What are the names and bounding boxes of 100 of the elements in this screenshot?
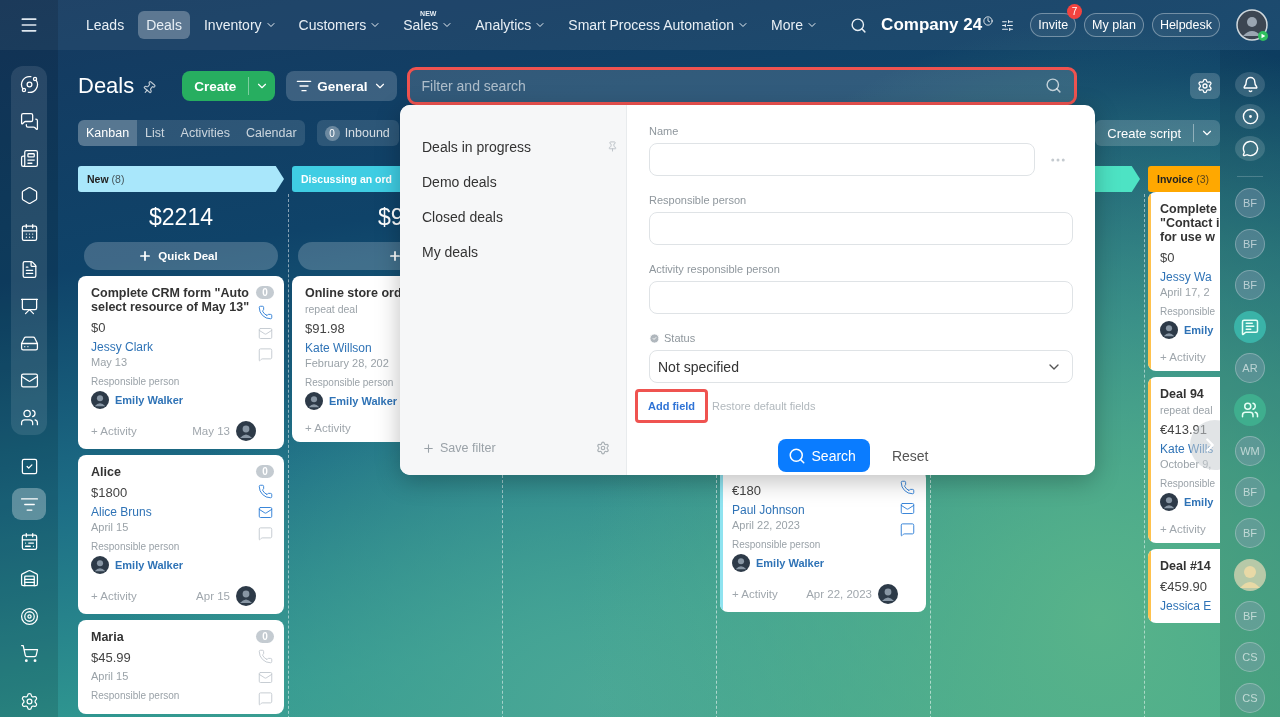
deal-title: Maria: [91, 630, 124, 644]
view-tab[interactable]: List: [137, 120, 173, 146]
view-tab[interactable]: Activities: [172, 120, 238, 146]
nav-tab[interactable]: Leads: [78, 11, 133, 39]
field-label: Responsible person: [91, 376, 180, 387]
search-icon[interactable]: [850, 16, 868, 34]
people-icon: [19, 407, 39, 427]
phone-icon[interactable]: [257, 305, 273, 320]
settings-button[interactable]: [1190, 73, 1220, 99]
avatar: [91, 556, 109, 574]
nav-tab[interactable]: Customers: [290, 11, 390, 39]
nav-tab[interactable]: Deals: [138, 11, 190, 39]
mail-icon[interactable]: [257, 505, 273, 520]
contact-link[interactable]: Kate Wills: [1160, 442, 1214, 456]
inbound-button[interactable]: 0 Inbound: [316, 120, 399, 146]
field-label: Status: [649, 332, 1073, 344]
sliders-icon[interactable]: [1001, 18, 1015, 32]
phone-icon[interactable]: [899, 480, 915, 495]
sidebar-button[interactable]: [12, 488, 46, 520]
pipeline-button[interactable]: General: [286, 71, 397, 101]
deadline-date: Apr 15: [196, 590, 230, 602]
comment-icon[interactable]: [899, 522, 915, 537]
contact-link[interactable]: Kate Willson: [305, 341, 372, 355]
create-script-button[interactable]: Create script: [1095, 120, 1220, 146]
hexagon-icon: [19, 185, 39, 205]
avatar: [305, 392, 323, 410]
count-badge: 7: [1067, 4, 1083, 19]
quick-deal-button[interactable]: Quick Deal: [84, 242, 278, 270]
deal-card[interactable]: Complete "Contact i for use w $0 Jessy Wa April 17, 2 Responsible Emily + Activity: [1148, 192, 1220, 371]
field-label: Activity responsible person: [649, 263, 781, 275]
user-avatar[interactable]: [1236, 9, 1268, 41]
input-field[interactable]: [649, 281, 1073, 314]
responsible-link[interactable]: Emily: [1184, 324, 1214, 336]
deal-date: April 22, 2023: [732, 519, 800, 531]
phone-icon[interactable]: [257, 484, 273, 499]
sidebar-button[interactable]: [1235, 136, 1265, 162]
nav-tab[interactable]: Analytics: [467, 11, 555, 39]
tasks-icon: [19, 457, 39, 477]
view-tab[interactable]: Calendar: [237, 120, 305, 146]
responsible-link[interactable]: Emily Walker: [329, 395, 398, 407]
header-button[interactable]: My plan: [1084, 13, 1144, 37]
filter-lines-icon: [296, 78, 313, 94]
add-field-link[interactable]: Add field: [635, 389, 709, 423]
deal-title: Deal 94: [1160, 387, 1204, 401]
avatar: [91, 391, 109, 409]
counter-badge: 0: [256, 630, 274, 643]
user-avatar[interactable]: BF: [1235, 188, 1265, 218]
group-chat-button[interactable]: [1234, 311, 1266, 343]
field-label: Responsible person: [91, 690, 180, 701]
deal-date: February 28, 202: [305, 357, 389, 369]
filter-search-field[interactable]: Filter and search: [409, 70, 1074, 102]
responsible-link[interactable]: Emily Walker: [756, 557, 825, 569]
contact-link[interactable]: Alice Bruns: [91, 505, 152, 519]
menu-icon[interactable]: [19, 15, 39, 35]
counter-badge: 0: [256, 286, 274, 299]
contact-link[interactable]: Jessy Clark: [91, 340, 153, 354]
deal-card[interactable]: Complete CRM form "Auto select resource of May 13" $0 Jessy Clark May 13 Responsible person Emily Walker + Activity May 13 0: [78, 276, 284, 449]
nav-tab[interactable]: Inventory: [195, 11, 285, 39]
header-button[interactable]: Helpdesk: [1151, 13, 1220, 37]
nav-tab[interactable]: Smart Process Automation: [560, 11, 758, 39]
filter-preset[interactable]: Closed deals: [422, 199, 618, 234]
stage-header[interactable]: Invoice (3): [1148, 166, 1220, 192]
nav-tab[interactable]: More: [763, 11, 826, 39]
input-field[interactable]: [649, 212, 1073, 245]
deal-title: Deal #14: [1160, 559, 1211, 573]
deal-card[interactable]: Deal 94 repeat deal €413.91 Kate Wills October 9, Responsible Emily + Activity: [1148, 377, 1220, 543]
field-label: Responsible person: [91, 541, 180, 552]
contact-link[interactable]: Paul Johnson: [732, 503, 805, 517]
chat-icon: [1241, 318, 1259, 336]
deal-date: April 15: [91, 670, 129, 682]
input-field[interactable]: [649, 143, 1035, 176]
view-tab[interactable]: Kanban: [78, 120, 138, 146]
filter-preset[interactable]: Deals in progress: [422, 129, 618, 164]
responsible-link[interactable]: Emily Walker: [115, 559, 184, 571]
stage-header[interactable]: New (8): [78, 166, 284, 192]
filter-preset[interactable]: My deals: [422, 234, 618, 269]
people-button[interactable]: [1234, 394, 1266, 426]
notifications-button[interactable]: [1235, 72, 1265, 98]
contact-link[interactable]: Jessica E: [1160, 599, 1212, 613]
field-label: Responsible: [1160, 306, 1216, 317]
warehouse-icon: [19, 569, 39, 589]
orbit-icon: [19, 74, 39, 94]
calendar-list-icon: [19, 532, 39, 552]
deal-amount: $0: [1160, 250, 1175, 265]
create-button[interactable]: Create: [182, 71, 276, 101]
deal-card[interactable]: Deal #14 €459.90 Jessica E: [1148, 549, 1220, 623]
responsible-link[interactable]: Emily: [1184, 496, 1214, 508]
deal-card[interactable]: Alice $1800 Alice Bruns April 15 Responsible person Emily Walker + Activity Apr 15 0: [78, 455, 284, 614]
responsible-link[interactable]: Emily Walker: [115, 394, 184, 406]
contact-link[interactable]: Jessy Wa: [1160, 270, 1212, 284]
reset-button[interactable]: Reset: [875, 447, 945, 464]
deal-title: Complete CRM form "Auto select resource of May 13": [91, 286, 251, 314]
mail-icon[interactable]: [899, 501, 915, 516]
sidebar-button[interactable]: [1235, 104, 1265, 130]
company-name[interactable]: Company 24: [881, 15, 983, 35]
deal-date: October 9,: [1160, 458, 1212, 470]
search-icon: [1044, 77, 1062, 94]
select-field[interactable]: Not specified: [649, 350, 1073, 383]
deal-amount: €459.90: [1160, 579, 1207, 594]
search-button[interactable]: Search: [777, 439, 870, 472]
